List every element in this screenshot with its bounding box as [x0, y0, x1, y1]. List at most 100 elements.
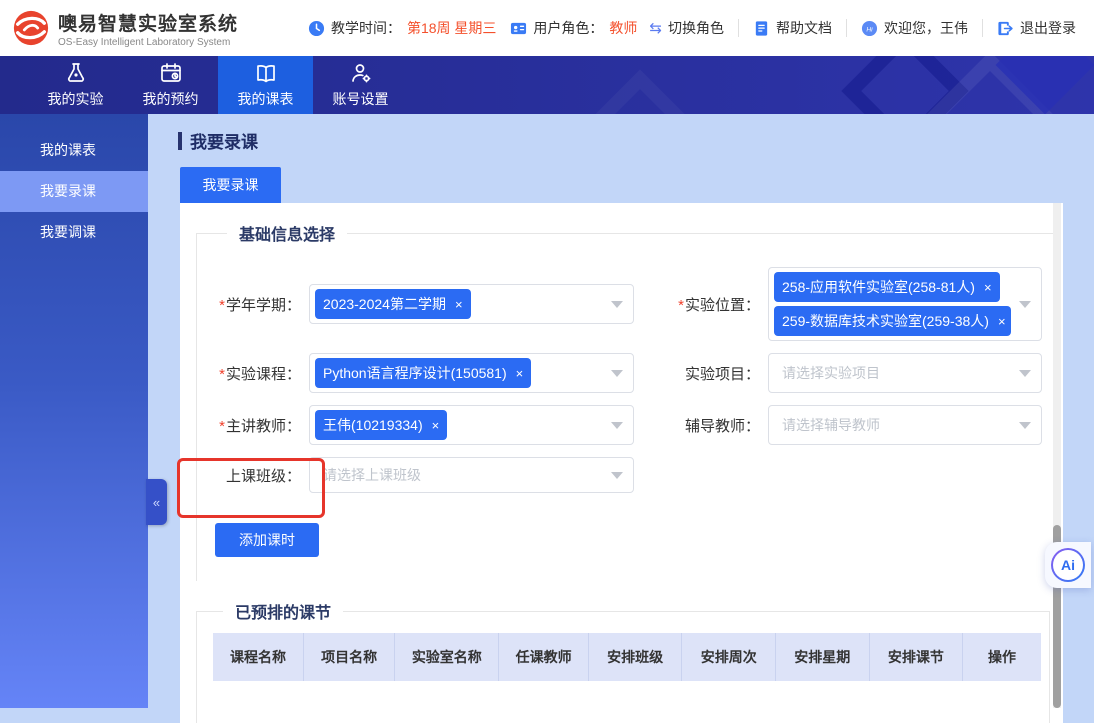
basic-info-legend: 基础信息选择	[227, 221, 347, 245]
nav-item-my-reservations[interactable]: 我的预约	[123, 56, 218, 114]
nav-item-my-timetable[interactable]: 我的课表	[218, 56, 313, 114]
field-label: 上课班级：	[226, 468, 301, 485]
content-panel: 基础信息选择 *学年学期： 2023-2024第二学期× *实验位置： 258-…	[180, 203, 1063, 723]
field-label: 学年学期：	[226, 297, 301, 314]
required-mark: *	[219, 366, 225, 383]
table-column-header: 课程名称	[213, 633, 304, 681]
remove-tag-icon[interactable]: ×	[455, 298, 463, 311]
field-label: 实验课程：	[226, 366, 301, 383]
sidebar: 我的课表 我要录课 我要调课	[0, 114, 148, 708]
required-mark: *	[678, 297, 684, 314]
selected-tag: 258-应用软件实验室(258-81人)×	[774, 272, 1000, 302]
sidebar-item-my-timetable[interactable]: 我的课表	[0, 130, 148, 171]
chevron-down-icon	[611, 422, 623, 429]
ai-assistant-button[interactable]: Ai	[1045, 542, 1091, 588]
nav-label: 我的实验	[48, 89, 104, 109]
swap-role-icon: ⇆	[649, 19, 662, 37]
scheduled-legend: 已预排的课节	[223, 599, 343, 623]
logout-icon	[997, 20, 1014, 37]
chevron-down-icon	[1019, 370, 1031, 377]
sidebar-item-adjust-course[interactable]: 我要调课	[0, 212, 148, 253]
selected-tag: Python语言程序设计(150581) ×	[315, 358, 531, 388]
user-hi-icon: Hi	[861, 20, 878, 37]
app-title: 噢易智慧实验室系统	[58, 9, 238, 36]
tag-label: Python语言程序设计(150581)	[323, 363, 507, 383]
remove-tag-icon[interactable]: ×	[432, 419, 440, 432]
id-card-icon	[510, 20, 527, 37]
vertical-scrollbar-track[interactable]	[1053, 203, 1061, 708]
assistant-select[interactable]: 请选择辅导教师	[768, 405, 1042, 445]
course-select[interactable]: Python语言程序设计(150581) ×	[309, 353, 634, 393]
account-gear-icon	[349, 61, 373, 85]
ai-icon: Ai	[1051, 548, 1085, 582]
chevron-down-icon	[611, 301, 623, 308]
welcome-label: 欢迎您，王伟	[884, 18, 968, 38]
main-content: 我要录课 我要录课 基础信息选择 *学年学期： 2023-2024第二学期× *…	[148, 114, 1094, 708]
title-bar-decoration	[178, 132, 182, 150]
chevron-down-icon	[611, 472, 623, 479]
svg-text:Hi: Hi	[866, 26, 873, 33]
nav-label: 我的课表	[238, 89, 294, 109]
teacher-select[interactable]: 王伟(10219334) ×	[309, 405, 634, 445]
app-logo-icon	[12, 9, 50, 47]
selected-tag: 2023-2024第二学期 ×	[315, 289, 471, 319]
field-assistant: *辅导教师： 请选择辅导教师	[668, 405, 1042, 445]
teaching-time: 教学时间： 第18周 星期三	[308, 18, 496, 38]
field-label: 主讲教师：	[226, 418, 301, 435]
tag-label: 王伟(10219334)	[323, 415, 423, 435]
remove-tag-icon[interactable]: ×	[984, 281, 992, 294]
nav-label: 账号设置	[333, 89, 389, 109]
scheduled-table: 课程名称项目名称实验室名称任课教师安排班级安排周次安排星期安排课节操作	[213, 633, 1041, 723]
chevron-down-icon	[611, 370, 623, 377]
location-select[interactable]: 258-应用软件实验室(258-81人)× 259-数据库技术实验室(259-38…	[768, 267, 1042, 341]
user-role-value: 教师	[609, 18, 637, 38]
header-divider	[846, 19, 847, 37]
clock-icon	[308, 20, 325, 37]
main-nav: 我的实验 我的预约 我的课表 账号设置	[0, 56, 1094, 114]
calendar-icon	[159, 61, 183, 85]
field-teacher: *主讲教师： 王伟(10219334)×	[209, 405, 634, 445]
tab-record-course[interactable]: 我要录课	[180, 167, 281, 203]
semester-select[interactable]: 2023-2024第二学期 ×	[309, 284, 634, 324]
switch-role-button[interactable]: 切换角色	[668, 18, 724, 38]
selected-tag: 王伟(10219334) ×	[315, 410, 447, 440]
table-column-header: 安排班级	[589, 633, 683, 681]
logout-button[interactable]: 退出登录	[997, 18, 1076, 38]
remove-tag-icon[interactable]: ×	[998, 315, 1006, 328]
help-doc-button[interactable]: 帮助文档	[753, 18, 832, 38]
teaching-time-label: 教学时间：	[331, 18, 401, 38]
table-column-header: 项目名称	[304, 633, 395, 681]
header-divider	[738, 19, 739, 37]
class-select[interactable]: 请选择上课班级	[309, 457, 634, 493]
book-icon	[254, 61, 278, 85]
basic-info-section: 基础信息选择 *学年学期： 2023-2024第二学期× *实验位置： 258-…	[196, 221, 1061, 581]
field-semester: *学年学期： 2023-2024第二学期×	[209, 284, 634, 324]
select-placeholder: 请选择上课班级	[315, 465, 421, 485]
select-placeholder: 请选择实验项目	[774, 363, 880, 383]
sidebar-collapse-button[interactable]: «	[146, 479, 167, 525]
table-column-header: 实验室名称	[395, 633, 499, 681]
flask-icon	[64, 61, 88, 85]
field-project: *实验项目： 请选择实验项目	[668, 353, 1042, 393]
table-column-header: 安排课节	[870, 633, 964, 681]
field-class: *上课班级： 请选择上课班级	[209, 457, 634, 493]
chevron-down-icon	[1019, 301, 1031, 308]
scheduled-section: 已预排的课节 课程名称项目名称实验室名称任课教师安排班级安排周次安排星期安排课节…	[196, 599, 1050, 723]
project-select[interactable]: 请选择实验项目	[768, 353, 1042, 393]
table-body-empty	[213, 681, 1041, 723]
nav-item-my-experiments[interactable]: 我的实验	[28, 56, 123, 114]
table-column-header: 任课教师	[499, 633, 588, 681]
teaching-time-value: 第18周 星期三	[407, 18, 496, 38]
remove-tag-icon[interactable]: ×	[516, 367, 524, 380]
add-lesson-button[interactable]: 添加课时	[215, 523, 319, 557]
table-column-header: 安排周次	[682, 633, 776, 681]
tag-label: 2023-2024第二学期	[323, 294, 446, 314]
nav-item-account-settings[interactable]: 账号设置	[313, 56, 408, 114]
document-icon	[753, 20, 770, 37]
nav-label: 我的预约	[143, 89, 199, 109]
sidebar-item-record-course[interactable]: 我要录课	[0, 171, 148, 212]
selected-tag: 259-数据库技术实验室(259-38人)×	[774, 306, 1011, 336]
user-role: 用户角色： 教师 ⇆ 切换角色	[510, 18, 724, 38]
field-label: 实验项目：	[685, 366, 760, 383]
field-course: *实验课程： Python语言程序设计(150581) ×	[209, 353, 634, 393]
